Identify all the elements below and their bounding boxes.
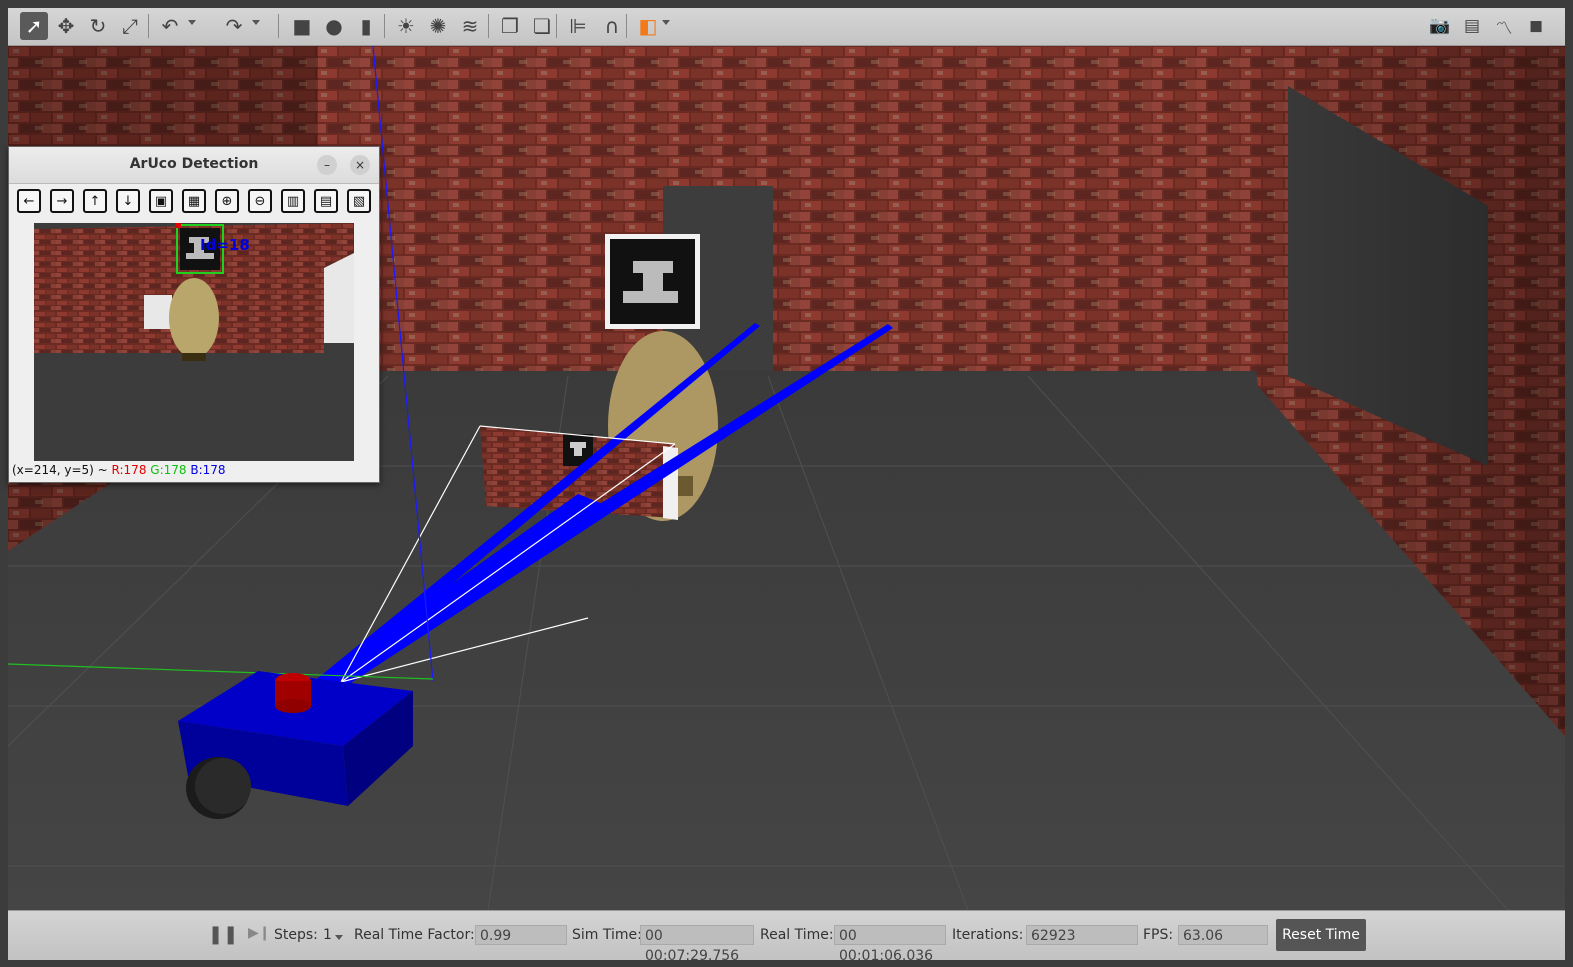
steps-select[interactable]: 1: [323, 927, 332, 943]
toolbar-separator: [488, 14, 489, 38]
copy-icon[interactable]: ❐: [496, 12, 524, 40]
pixel-blue-value: B:178: [190, 463, 226, 477]
pixel-status-bar: (x=214, y=5) ~ R:178 G:178 B:178: [12, 463, 226, 477]
redo-dropdown-icon[interactable]: [252, 20, 260, 25]
step-icon[interactable]: ▶❙: [248, 925, 271, 941]
box-icon[interactable]: ■: [288, 12, 316, 40]
aruco-toolbar: ← → ↑ ↓ ▣ ▦ ⊕ ⊖ ▥ ▤ ▧: [9, 184, 379, 220]
plot-icon[interactable]: 〽: [1490, 12, 1518, 40]
undo-icon[interactable]: ↶: [156, 12, 184, 40]
gazebo-window: ➚ ✥ ↻ ⤢ ↶ ↷ ■ ● ▮ ☀ ✺ ≋ ❐ ❏ ⊫ ∩ ◧ 📷 ▤ 〽 ◼: [0, 0, 1573, 967]
aruco-window-titlebar[interactable]: ArUco Detection – ×: [9, 147, 379, 184]
pixel-coords: (x=214, y=5) ~: [12, 463, 112, 477]
view-angle-dropdown-icon[interactable]: [662, 20, 670, 25]
pixel-green-value: G:178: [150, 463, 187, 477]
camera-view-render: Id=18: [34, 223, 354, 461]
properties-icon[interactable]: ▧: [347, 189, 371, 213]
aruco-detection-window[interactable]: ArUco Detection – × ← → ↑ ↓ ▣ ▦ ⊕ ⊖ ▥ ▤ ▧ Id=18: [8, 146, 380, 483]
point-light-icon[interactable]: ☀: [392, 12, 420, 40]
toolbar-separator: [384, 14, 385, 38]
rotate-icon[interactable]: ↻: [84, 12, 112, 40]
save-image-icon[interactable]: ▥: [281, 189, 305, 213]
scale-icon[interactable]: ⤢: [116, 12, 144, 40]
pan-up-icon[interactable]: ↑: [83, 189, 107, 213]
real-time-label: Real Time:: [760, 927, 834, 943]
video-record-icon[interactable]: ◼: [1522, 12, 1550, 40]
redo-icon[interactable]: ↷: [220, 12, 248, 40]
snap-icon[interactable]: ∩: [598, 12, 626, 40]
steps-dropdown-icon[interactable]: [335, 935, 343, 940]
spot-light-icon[interactable]: ✺: [424, 12, 452, 40]
fps-label: FPS:: [1143, 927, 1174, 943]
toolbar-separator: [148, 14, 149, 38]
log-icon[interactable]: ▤: [1458, 12, 1486, 40]
real-time-value: 00 00:01:06.036: [834, 925, 946, 964]
copy-clipboard-icon[interactable]: ▤: [314, 189, 338, 213]
reset-time-button[interactable]: Reset Time: [1276, 919, 1366, 951]
sphere-icon[interactable]: ●: [320, 12, 348, 40]
close-button[interactable]: ×: [350, 155, 370, 175]
simulation-status-bar: ❚❚ ▶❙ Steps: 1 Real Time Factor: 0.99 Si…: [8, 910, 1565, 964]
pan-down-icon[interactable]: ↓: [116, 189, 140, 213]
cylinder-icon[interactable]: ▮: [352, 12, 380, 40]
zoom-out-icon[interactable]: ⊖: [248, 189, 272, 213]
rtf-label: Real Time Factor:: [354, 927, 475, 943]
toolbar-separator: [626, 14, 627, 38]
marker-id-label: Id=18: [200, 236, 250, 254]
toolbar-separator: [556, 14, 557, 38]
aruco-camera-image[interactable]: Id=18: [34, 223, 354, 461]
screenshot-icon[interactable]: 📷: [1426, 12, 1454, 40]
pixel-red-value: R:178: [111, 463, 147, 477]
iterations-label: Iterations:: [952, 927, 1024, 943]
rtf-value: 0.99: [475, 925, 567, 945]
select-arrow-icon[interactable]: ➚: [20, 12, 48, 40]
zoom-original-icon[interactable]: ▦: [182, 189, 206, 213]
minimize-button[interactable]: –: [317, 155, 337, 175]
fps-value: 63.06: [1178, 925, 1268, 945]
pan-left-icon[interactable]: ←: [17, 189, 41, 213]
directional-light-icon[interactable]: ≋: [456, 12, 484, 40]
align-icon[interactable]: ⊫: [564, 12, 592, 40]
undo-dropdown-icon[interactable]: [188, 20, 196, 25]
toolbar-separator: [278, 14, 279, 38]
paste-icon[interactable]: ❏: [528, 12, 556, 40]
iterations-value: 62923: [1026, 925, 1138, 945]
main-toolbar: ➚ ✥ ↻ ⤢ ↶ ↷ ■ ● ▮ ☀ ✺ ≋ ❐ ❏ ⊫ ∩ ◧ 📷 ▤ 〽 ◼: [8, 8, 1565, 46]
sim-time-label: Sim Time:: [572, 927, 642, 943]
translate-icon[interactable]: ✥: [52, 12, 80, 40]
zoom-fit-icon[interactable]: ▣: [149, 189, 173, 213]
view-angle-icon[interactable]: ◧: [634, 12, 662, 40]
steps-label: Steps:: [274, 927, 318, 943]
pan-right-icon[interactable]: →: [50, 189, 74, 213]
zoom-in-icon[interactable]: ⊕: [215, 189, 239, 213]
pause-icon[interactable]: ❚❚: [208, 924, 238, 945]
sim-time-value: 00 00:07:29.756: [640, 925, 754, 964]
